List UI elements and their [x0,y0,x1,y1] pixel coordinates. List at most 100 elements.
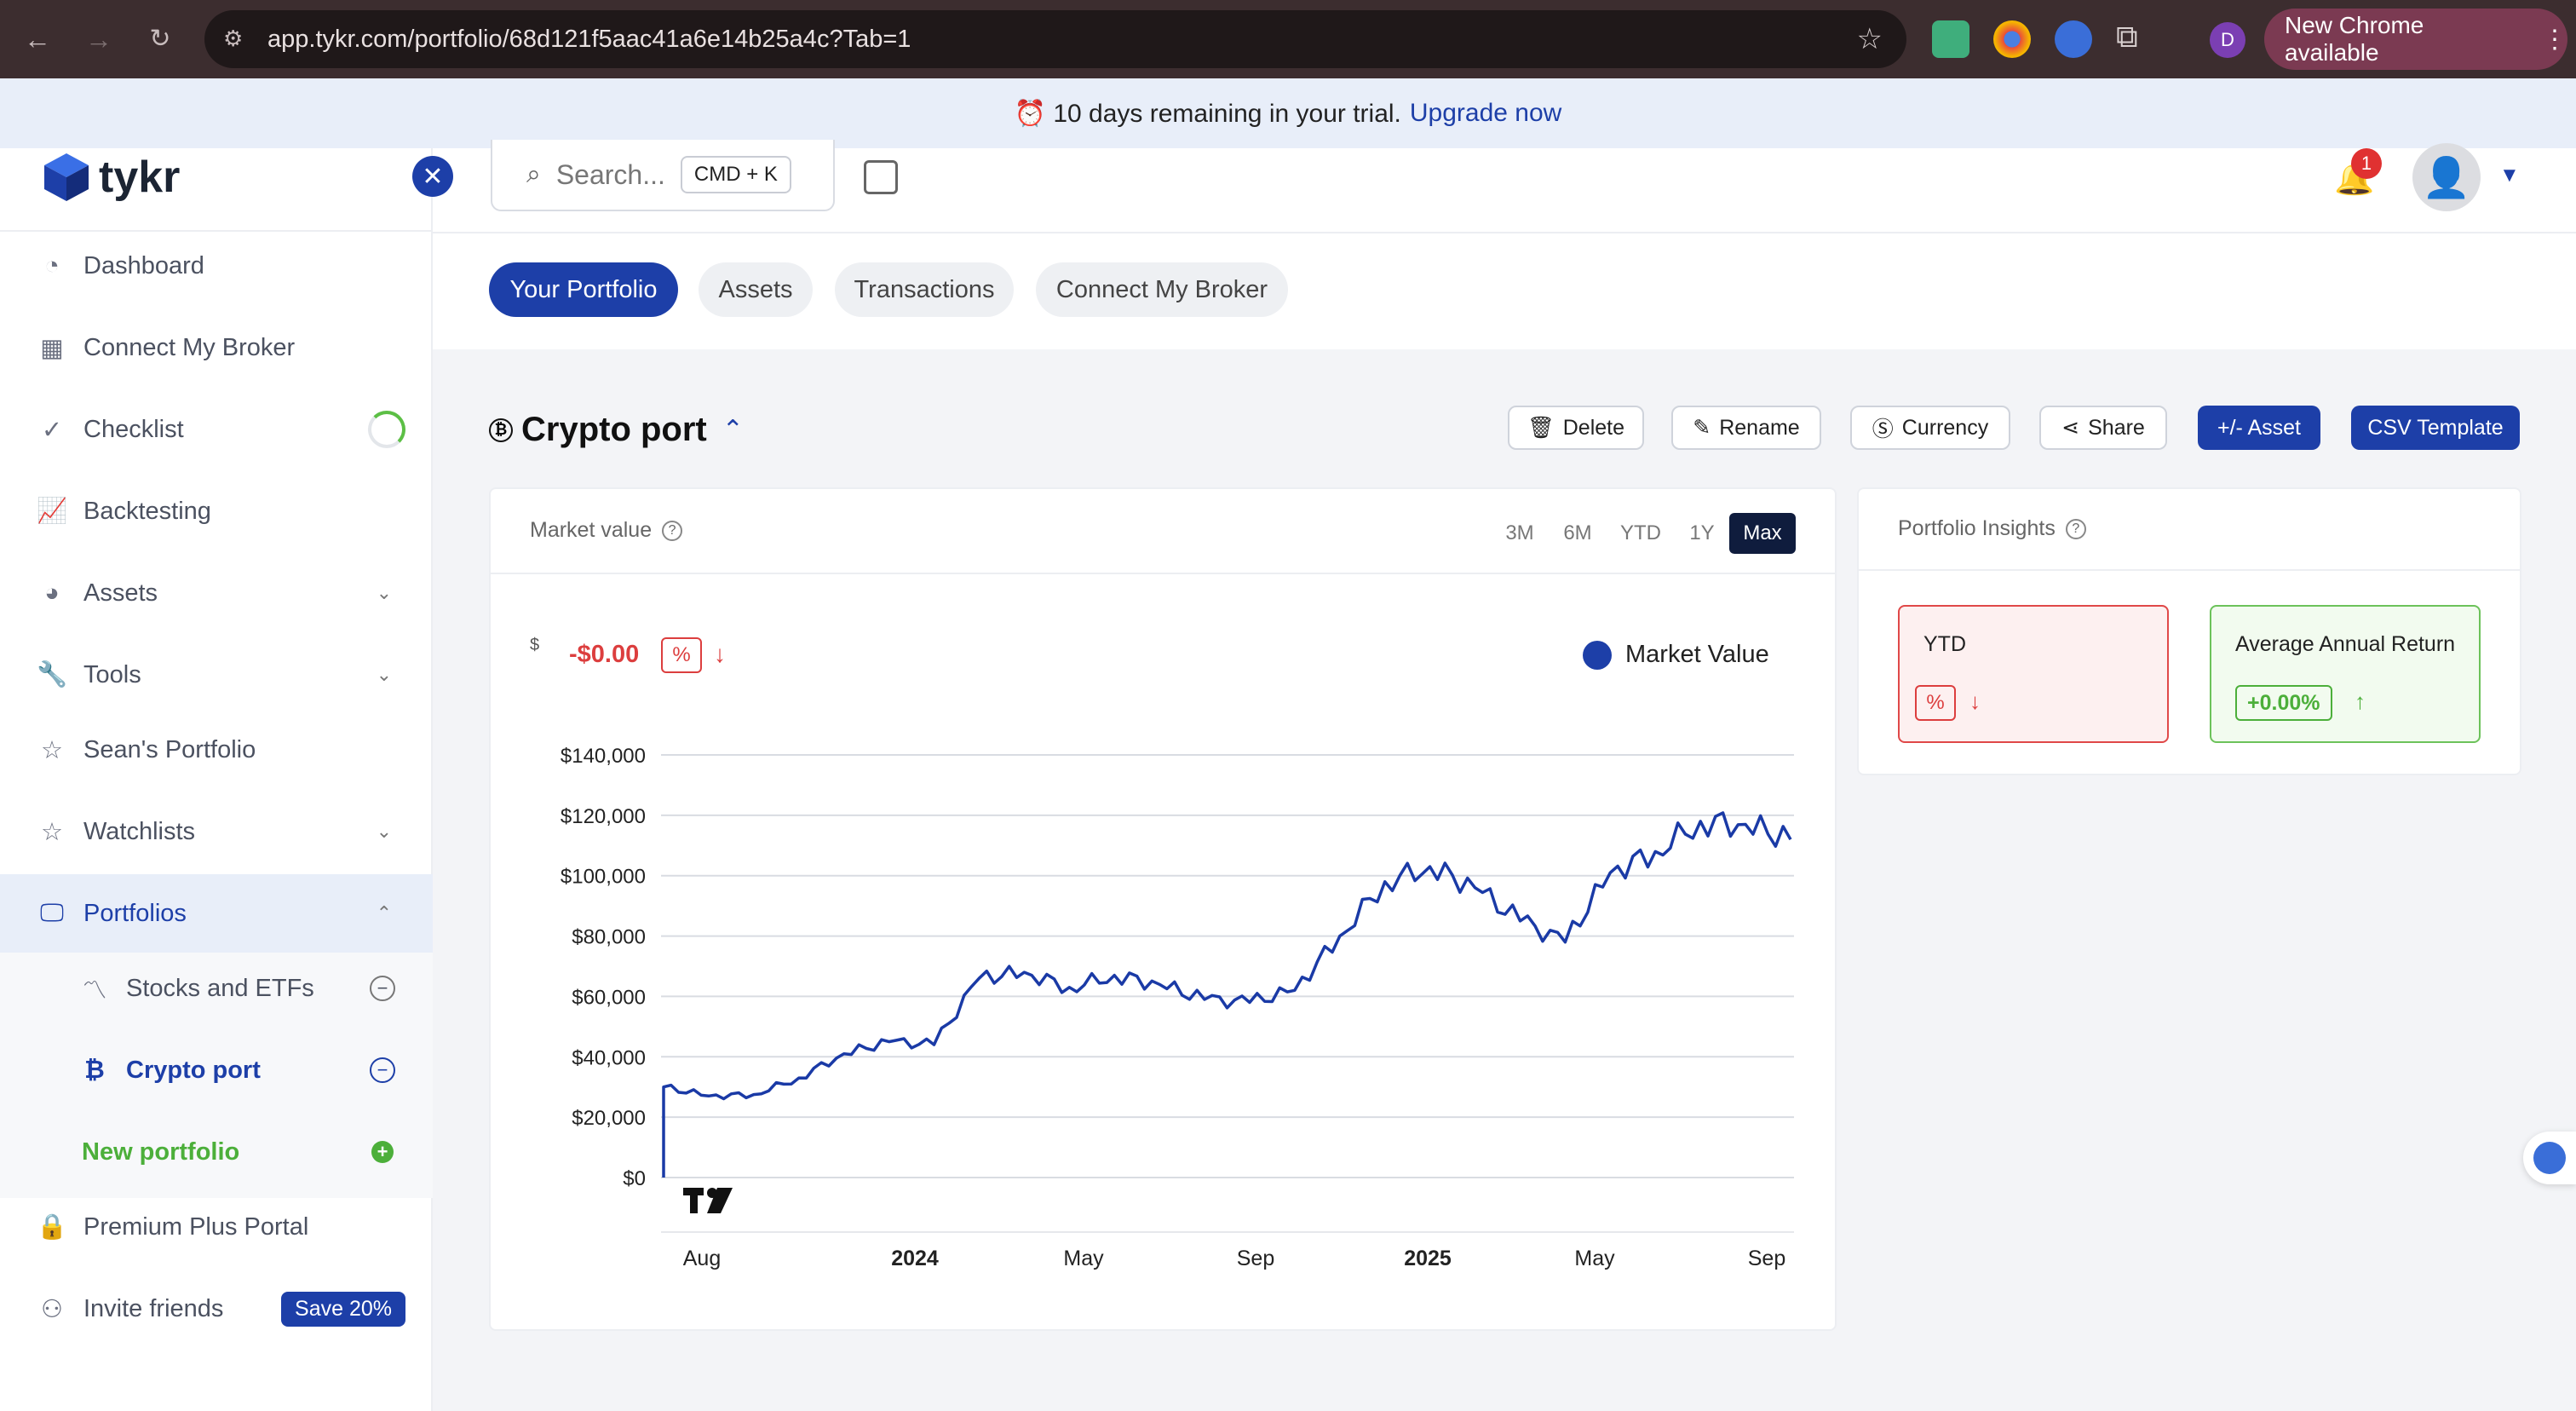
y-tick-label: $120,000 [561,805,646,828]
trial-message: ⏰ 10 days remaining in your trial. [1014,99,1401,128]
sidebar-item-watchlists[interactable]: ☆ Watchlists ⌄ [0,792,433,871]
menu-dots-icon: ⋮ [2542,25,2567,54]
x-tick-label: Sep [1748,1247,1785,1270]
url-text: app.tykr.com/portfolio/68d121f5aac41a6e1… [267,25,911,53]
currency-button[interactable]: Ⓢ Currency [1850,406,2010,450]
star-icon: ☆ [41,818,63,846]
arrow-down-icon: ↓ [1969,688,1981,714]
ytd-card: YTD % ↓ [1898,605,2169,743]
sidebar-item-label: Checklist [83,415,184,443]
delete-button[interactable]: 🗑 Delete [1508,406,1644,450]
sidebar-item-checklist[interactable]: ✓ Checklist [0,390,433,469]
sidebar-item-premium-plus[interactable]: 🔒 Premium Plus Portal [0,1188,433,1266]
save-badge: Save 20% [281,1291,405,1327]
sidebar-item-backtesting[interactable]: 📈 Backtesting [0,472,433,550]
sidebar: tykr ◔ Dashboard ▦ Connect My Broker ✓ C… [0,148,433,1411]
sidebar-item-invite-friends[interactable]: ⚇ Invite friends Save 20% [0,1270,433,1348]
new-chrome-button[interactable]: New Chrome available ⋮ [2264,9,2567,70]
help-widget[interactable] [2523,1132,2576,1184]
range-6m[interactable]: 6M [1554,513,1601,554]
tab-assets[interactable]: Assets [699,262,813,317]
help-icon[interactable]: ? [662,520,683,541]
sidebar-item-stocks-etfs[interactable]: 〽 Stocks and ETFs − [0,949,433,1028]
profile-avatar[interactable]: D [2210,22,2245,58]
y-tick-label: $0 [623,1167,646,1190]
add-asset-button[interactable]: +/- Asset [2198,406,2320,450]
sidebar-item-label: Sean's Portfolio [83,735,256,763]
y-tick-label: $100,000 [561,866,646,889]
annual-return-label: Average Annual Return [2235,632,2456,656]
x-tick-label: 2024 [891,1247,939,1270]
insights-title: Portfolio Insights [1898,516,2056,540]
y-tick-label: $20,000 [572,1107,646,1130]
arrow-down-icon: ↓ [714,641,726,667]
chrome-extension-icon[interactable] [1993,20,2031,58]
sidebar-item-label: Invite friends [83,1294,224,1322]
tab-connect-broker[interactable]: Connect My Broker [1036,262,1288,317]
puzzle-icon[interactable]: ⧉ [2116,19,2138,55]
accessibility-extension-icon[interactable] [2055,20,2092,58]
x-tick-label: May [1063,1247,1104,1270]
reload-icon[interactable]: ↻ [136,15,184,63]
range-max[interactable]: Max [1729,513,1796,554]
site-settings-icon[interactable]: ⚙ [223,26,243,52]
ytd-label: YTD [1923,632,1966,656]
sidebar-item-label: New portfolio [82,1137,240,1166]
sidebar-item-assets[interactable]: ◕ Assets ⌄ [0,554,433,632]
remove-icon[interactable]: − [370,1057,395,1083]
address-bar[interactable]: ⚙ app.tykr.com/portfolio/68d121f5aac41a6… [204,10,1906,68]
sidebar-item-dashboard[interactable]: ◔ Dashboard [0,227,433,305]
sidebar-item-connect-broker[interactable]: ▦ Connect My Broker [0,308,433,387]
tradingview-logo [683,1188,733,1213]
range-3m[interactable]: 3M [1496,513,1544,554]
extension-icon[interactable] [1932,20,1969,58]
chevron-down-icon: ⌄ [376,582,392,603]
filters-icon[interactable] [864,160,898,194]
remove-icon[interactable]: − [370,976,395,1001]
sidebar-item-label: Portfolios [83,899,187,927]
brand-logo[interactable]: tykr [43,150,180,204]
chevron-up-icon: ⌃ [376,902,392,924]
sidebar-item-label: Crypto port [126,1056,261,1084]
sidebar-item-label: Backtesting [83,497,211,525]
grid-icon: ▦ [40,334,64,362]
help-icon[interactable]: ? [2065,518,2086,539]
sidebar-item-tools[interactable]: 🔧 Tools ⌄ [0,636,433,714]
gauge-icon: ◔ [44,251,60,279]
notification-count: 1 [2351,148,2382,179]
share-button[interactable]: ⋖ Share [2039,406,2167,450]
range-ytd[interactable]: YTD [1613,513,1668,554]
tab-transactions[interactable]: Transactions [835,262,1014,317]
tab-your-portfolio[interactable]: Your Portfolio [489,262,678,317]
sidebar-item-seans-portfolio[interactable]: ☆ Sean's Portfolio [0,711,433,789]
sidebar-item-portfolios[interactable]: 🖵 Portfolios ⌃ [0,874,433,953]
back-icon[interactable]: ← [14,15,61,63]
close-sidebar-icon[interactable]: ✕ [412,156,453,197]
dollar-icon: Ⓢ [1872,418,1894,441]
sidebar-item-crypto-port[interactable]: ₿ Crypto port − [0,1031,433,1109]
avatar-chevron-down-icon[interactable]: ▼ [2499,164,2520,187]
card-divider [489,573,1837,574]
user-avatar[interactable]: 👤 [2412,143,2481,211]
csv-template-button[interactable]: CSV Template [2351,406,2520,450]
sidebar-item-label: Stocks and ETFs [126,974,314,1002]
annual-return-card: Average Annual Return +0.00% ↑ [2210,605,2481,743]
search-box[interactable]: ⌕ Search... CMD + K [491,140,835,211]
sidebar-item-new-portfolio[interactable]: New portfolio + [0,1113,433,1191]
upgrade-link[interactable]: Upgrade now [1410,99,1561,128]
add-icon[interactable]: + [371,1141,394,1163]
delete-label: Delete [1562,415,1624,440]
rename-button[interactable]: ✎ Rename [1671,406,1821,450]
share-label: Share [2088,415,2145,440]
chevron-up-icon[interactable]: ⌃ [722,415,744,445]
forward-icon[interactable]: → [75,15,123,63]
check-circle-icon: ✓ [41,416,63,444]
bookmark-star-icon[interactable]: ☆ [1857,22,1883,56]
legend-swatch [1583,641,1612,670]
x-tick-label: Aug [683,1247,721,1270]
range-1y[interactable]: 1Y [1678,513,1726,554]
y-tick-label: $40,000 [572,1046,646,1069]
sidebar-item-label: Watchlists [83,817,196,845]
currency-label: Currency [1901,415,1989,440]
sidebar-item-label: Connect My Broker [83,333,296,361]
